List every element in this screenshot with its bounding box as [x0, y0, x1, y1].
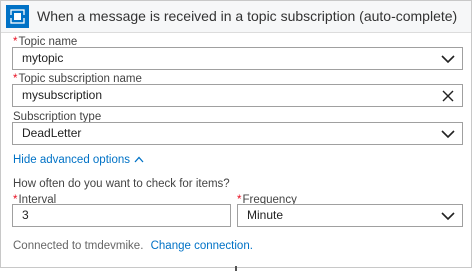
frequency-value: Minute [247, 208, 284, 222]
subscription-name-input[interactable]: mysubscription [12, 84, 463, 107]
hide-advanced-options-label: Hide advanced options [13, 154, 130, 166]
connector-line [235, 266, 237, 271]
chevron-down-icon[interactable] [440, 208, 456, 224]
topic-name-dropdown[interactable]: mytopic [12, 47, 463, 70]
chevron-down-icon[interactable] [440, 51, 456, 67]
service-bus-icon [6, 5, 29, 28]
topic-name-value: mytopic [22, 51, 64, 65]
interval-input[interactable]: 3 [12, 204, 231, 227]
polling-question: How often do you want to check for items… [13, 178, 230, 190]
card-header[interactable]: When a message is received in a topic su… [1, 1, 471, 33]
subscription-name-value: mysubscription [22, 88, 103, 102]
interval-value: 3 [22, 208, 29, 222]
connected-text: Connected to tmdevmike. [13, 240, 144, 252]
subscription-type-value: DeadLetter [22, 126, 82, 140]
clear-icon[interactable] [440, 88, 456, 104]
hide-advanced-options-link[interactable]: Hide advanced options [13, 154, 144, 166]
connection-footer: Connected to tmdevmike. Change connectio… [13, 240, 253, 252]
frequency-dropdown[interactable]: Minute [237, 204, 463, 227]
trigger-title: When a message is received in a topic su… [37, 8, 458, 24]
change-connection-link[interactable]: Change connection. [151, 240, 253, 252]
chevron-up-icon [134, 154, 144, 166]
subscription-type-dropdown[interactable]: DeadLetter [12, 122, 463, 145]
chevron-down-icon[interactable] [440, 126, 456, 142]
trigger-card: When a message is received in a topic su… [0, 0, 472, 268]
